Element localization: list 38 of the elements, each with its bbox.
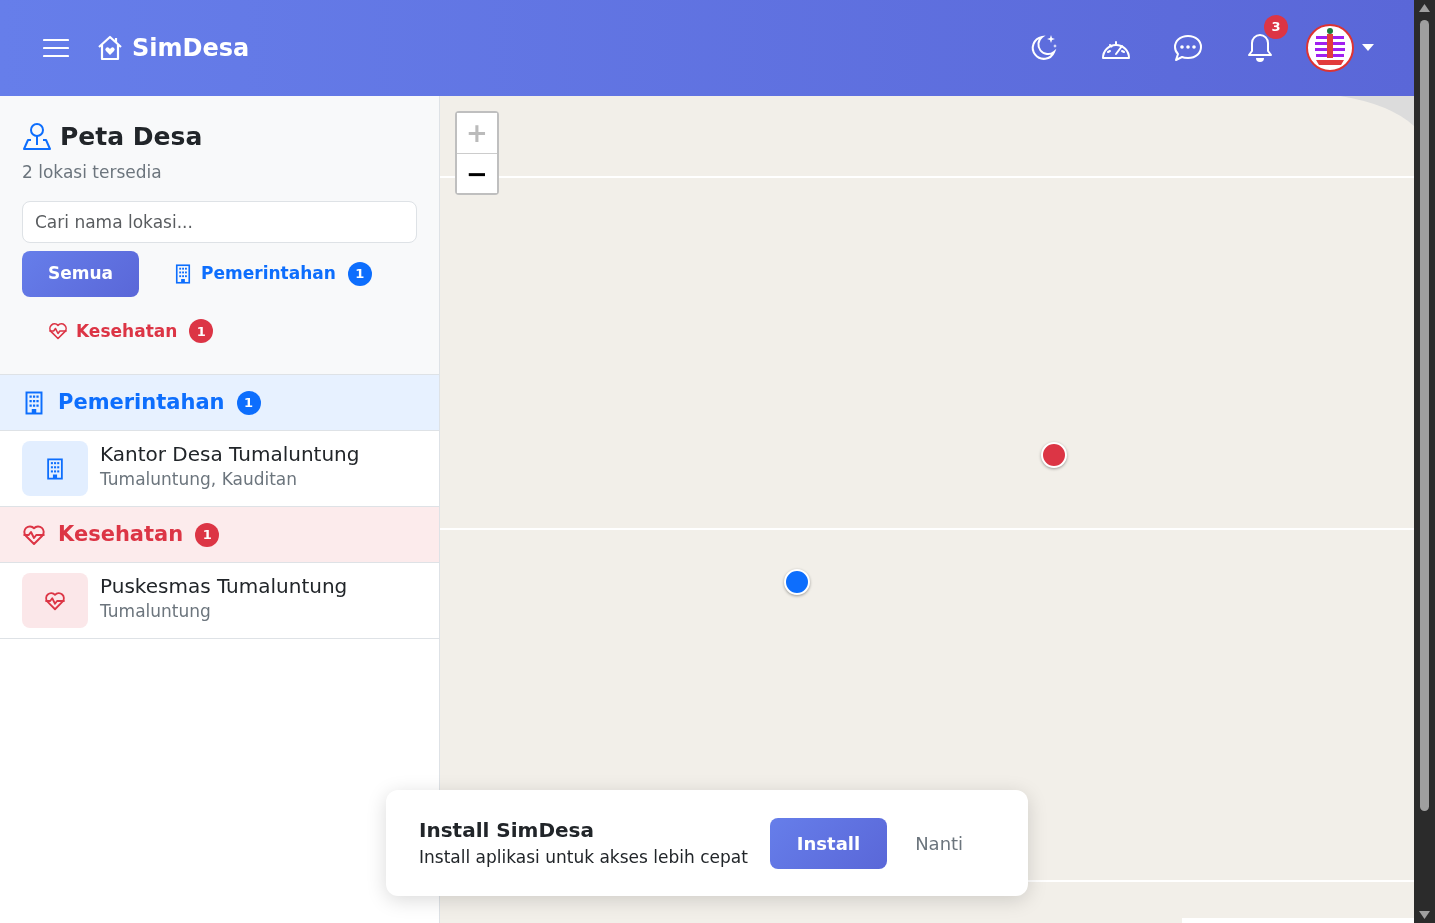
count-badge: 1 [189,319,214,344]
notification-count: 3 [1264,15,1288,39]
heartbeat-icon [22,522,46,547]
later-button[interactable]: Nanti [887,817,992,869]
filter-button[interactable]: Pemerintahan 1 [147,251,398,297]
location-address: Tumaluntung [100,600,212,623]
brand-name[interactable]: SimDesa [132,30,250,66]
location-count: 2 lokasi tersedia [22,160,163,184]
map-pin-icon [22,121,52,152]
scroll-down-icon[interactable] [1419,911,1430,919]
building-icon [44,457,66,480]
category-label: Pemerintahan [58,388,225,416]
scroll-thumb[interactable] [1420,20,1429,811]
heartbeat-icon [48,321,68,342]
emblem-icon[interactable] [1306,24,1354,72]
sidebar-title: Peta Desa [60,121,203,153]
location-name: Puskesmas Tumaluntung [100,573,348,599]
scrollbar[interactable] [1414,0,1435,923]
location-address: Tumaluntung, Kauditan [100,468,299,491]
chat-icon[interactable] [1172,32,1204,64]
scroll-up-icon[interactable] [1419,4,1430,12]
count-badge: 1 [347,261,372,286]
search-field[interactable]: Cari nama lokasi... [22,201,417,243]
heartbeat-icon [44,589,66,612]
zoom-out-button[interactable]: − [457,153,497,193]
count-badge: 1 [195,522,220,547]
install-button[interactable]: Install [769,817,888,869]
prompt-title: Install SimDesa [419,817,595,845]
count-badge: 1 [236,390,261,415]
category-header[interactable]: Pemerintahan 1 [0,375,439,431]
location-name: Kantor Desa Tumaluntung [100,441,360,467]
caret-icon[interactable] [1362,44,1374,52]
category-header[interactable]: Kesehatan 1 [0,507,439,563]
category-label: Kesehatan [58,520,184,548]
prompt-message: Install aplikasi untuk akses lebih cepat [419,846,748,870]
filter-button[interactable]: Kesehatan 1 [22,308,240,354]
house-icon [96,35,124,61]
filter-button[interactable]: Semua [22,251,140,297]
